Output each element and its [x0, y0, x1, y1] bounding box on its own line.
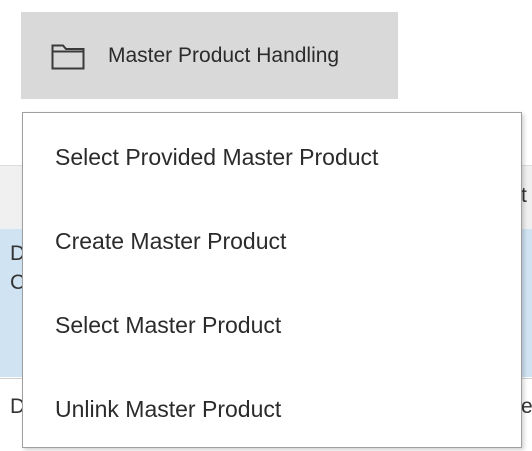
master-product-dropdown-menu: Select Provided Master Product Create Ma…	[22, 112, 522, 448]
master-product-handling-label: Master Product Handling	[108, 43, 340, 67]
row-fragment: e	[521, 395, 532, 418]
folder-icon	[51, 42, 85, 70]
menu-item-select-provided-master-product[interactable]: Select Provided Master Product	[23, 115, 521, 199]
menu-item-unlink-master-product[interactable]: Unlink Master Product	[23, 367, 521, 451]
app-canvas: Master Product Handling t D C D e Select…	[0, 0, 532, 451]
menu-item-create-master-product[interactable]: Create Master Product	[23, 199, 521, 283]
menu-item-select-master-product[interactable]: Select Master Product	[23, 283, 521, 367]
master-product-handling-button[interactable]: Master Product Handling	[21, 12, 398, 99]
